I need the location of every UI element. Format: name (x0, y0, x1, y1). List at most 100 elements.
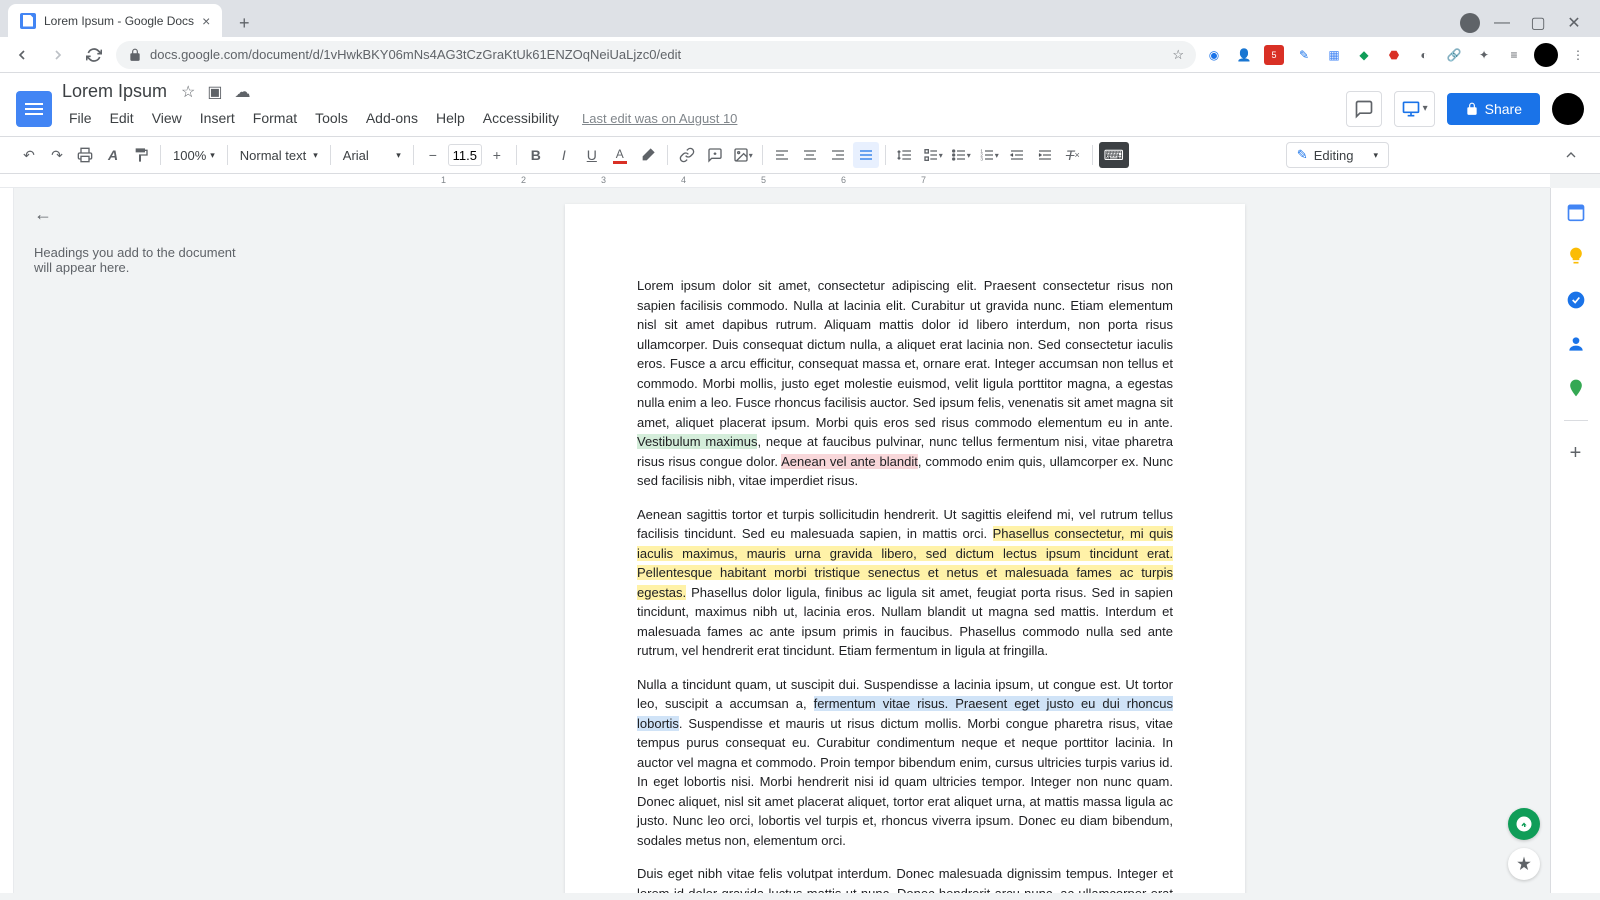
close-tab-icon[interactable]: × (202, 13, 210, 29)
paragraph-2[interactable]: Aenean sagittis tortor et turpis sollici… (637, 505, 1173, 661)
undo-button[interactable]: ↶ (16, 142, 42, 168)
maximize-window-icon[interactable]: ▢ (1524, 9, 1552, 37)
ext-icon-4[interactable]: ✎ (1294, 45, 1314, 65)
user-avatar[interactable] (1552, 93, 1584, 125)
pencil-icon: ✎ (1297, 147, 1308, 163)
profile-avatar[interactable] (1534, 43, 1558, 67)
align-justify-button[interactable] (853, 142, 879, 168)
menu-edit[interactable]: Edit (103, 106, 141, 130)
zoom-select[interactable]: 100%▾ (167, 148, 221, 163)
maps-icon[interactable] (1564, 376, 1588, 400)
extensions-icon[interactable]: ✦ (1474, 45, 1494, 65)
back-button[interactable] (8, 41, 36, 69)
document-scroll-area[interactable]: Lorem ipsum dolor sit amet, consectetur … (260, 188, 1550, 893)
italic-button[interactable]: I (551, 142, 577, 168)
mode-select[interactable]: ✎ Editing ▾ (1286, 142, 1389, 168)
menu-insert[interactable]: Insert (193, 106, 242, 130)
menu-help[interactable]: Help (429, 106, 472, 130)
lock-icon (128, 48, 142, 62)
insert-link-button[interactable] (674, 142, 700, 168)
explore-button[interactable] (1508, 848, 1540, 880)
insert-image-button[interactable]: ▾ (730, 142, 756, 168)
share-button[interactable]: Share (1447, 93, 1540, 125)
ext-icon-2[interactable]: 👤 (1234, 45, 1254, 65)
font-select[interactable]: Arial▾ (337, 148, 407, 163)
ext-icon-3[interactable]: 5 (1264, 45, 1284, 65)
keep-icon[interactable] (1564, 244, 1588, 268)
add-comment-button[interactable] (702, 142, 728, 168)
url-field[interactable]: docs.google.com/document/d/1vHwkBKY06mNs… (116, 41, 1196, 69)
cloud-status-icon[interactable]: ☁ (235, 82, 251, 102)
menu-file[interactable]: File (62, 106, 99, 130)
minimize-window-icon[interactable]: — (1488, 9, 1516, 37)
toolbar: ↶ ↷ A 100%▾ Normal text▾ Arial▾ − + B I … (0, 136, 1600, 174)
ext-icon-5[interactable]: ▦ (1324, 45, 1344, 65)
underline-button[interactable]: U (579, 142, 605, 168)
decrease-font-button[interactable]: − (420, 142, 446, 168)
align-right-button[interactable] (825, 142, 851, 168)
url-text: docs.google.com/document/d/1vHwkBKY06mNs… (150, 47, 681, 62)
ext-icon-9[interactable]: 🔗 (1444, 45, 1464, 65)
ext-icon-1[interactable]: ◉ (1204, 45, 1224, 65)
close-window-icon[interactable]: ✕ (1560, 9, 1588, 37)
bulleted-list-button[interactable]: ▾ (948, 142, 974, 168)
font-size-input[interactable] (448, 144, 482, 166)
star-document-icon[interactable]: ☆ (181, 82, 195, 102)
move-document-icon[interactable]: ▣ (207, 82, 222, 102)
ext-icon-8[interactable]: ◐ (1414, 45, 1434, 65)
forward-button[interactable] (44, 41, 72, 69)
menu-addons[interactable]: Add-ons (359, 106, 425, 130)
horizontal-ruler[interactable]: 1 2 3 4 5 6 7 (246, 174, 1550, 188)
decrease-indent-button[interactable] (1004, 142, 1030, 168)
collapse-toolbar-button[interactable] (1558, 142, 1584, 168)
highlighted-red: Aenean vel ante blandit (781, 454, 918, 469)
increase-font-button[interactable]: + (484, 142, 510, 168)
paragraph-1[interactable]: Lorem ipsum dolor sit amet, consectetur … (637, 276, 1173, 491)
grammarly-icon[interactable] (1508, 808, 1540, 840)
paint-format-button[interactable] (128, 142, 154, 168)
document-title[interactable]: Lorem Ipsum (62, 81, 167, 102)
numbered-list-button[interactable]: 123▾ (976, 142, 1002, 168)
line-spacing-button[interactable] (892, 142, 918, 168)
docs-logo[interactable] (16, 91, 52, 127)
clear-formatting-button[interactable]: T× (1060, 142, 1086, 168)
last-edit-link[interactable]: Last edit was on August 10 (582, 111, 737, 126)
reading-list-icon[interactable]: ≡ (1504, 45, 1524, 65)
paragraph-4[interactable]: Duis eget nibh vitae felis volutpat inte… (637, 864, 1173, 893)
ext-icon-6[interactable]: ◆ (1354, 45, 1374, 65)
address-bar: docs.google.com/document/d/1vHwkBKY06mNs… (0, 37, 1600, 73)
browser-controls-search-icon[interactable] (1460, 13, 1480, 33)
present-button[interactable]: ▾ (1394, 91, 1435, 127)
menu-accessibility[interactable]: Accessibility (476, 106, 566, 130)
print-button[interactable] (72, 142, 98, 168)
star-icon[interactable]: ☆ (1172, 47, 1184, 63)
comment-history-button[interactable] (1346, 91, 1382, 127)
highlight-button[interactable] (635, 142, 661, 168)
add-addon-icon[interactable]: + (1564, 441, 1588, 465)
spellcheck-button[interactable]: A (100, 142, 126, 168)
menu-tools[interactable]: Tools (308, 106, 355, 130)
reload-button[interactable] (80, 41, 108, 69)
input-tools-button[interactable]: ⌨ (1099, 142, 1129, 168)
contacts-icon[interactable] (1564, 332, 1588, 356)
paragraph-3[interactable]: Nulla a tincidunt quam, ut suscipit dui.… (637, 675, 1173, 851)
browser-tab[interactable]: Lorem Ipsum - Google Docs × (8, 4, 222, 37)
vertical-ruler[interactable] (0, 188, 14, 893)
style-select[interactable]: Normal text▾ (234, 148, 324, 163)
document-page[interactable]: Lorem ipsum dolor sit amet, consectetur … (565, 204, 1245, 893)
new-tab-button[interactable]: + (230, 9, 258, 37)
bold-button[interactable]: B (523, 142, 549, 168)
calendar-icon[interactable] (1564, 200, 1588, 224)
increase-indent-button[interactable] (1032, 142, 1058, 168)
checklist-button[interactable]: ▾ (920, 142, 946, 168)
text-color-button[interactable]: A (607, 142, 633, 168)
menu-format[interactable]: Format (246, 106, 304, 130)
align-left-button[interactable] (769, 142, 795, 168)
tasks-icon[interactable] (1564, 288, 1588, 312)
align-center-button[interactable] (797, 142, 823, 168)
redo-button[interactable]: ↷ (44, 142, 70, 168)
outline-back-button[interactable]: ← (34, 204, 240, 225)
browser-menu-icon[interactable]: ⋮ (1568, 45, 1588, 65)
ext-icon-7[interactable]: ⬣ (1384, 45, 1404, 65)
menu-view[interactable]: View (145, 106, 189, 130)
